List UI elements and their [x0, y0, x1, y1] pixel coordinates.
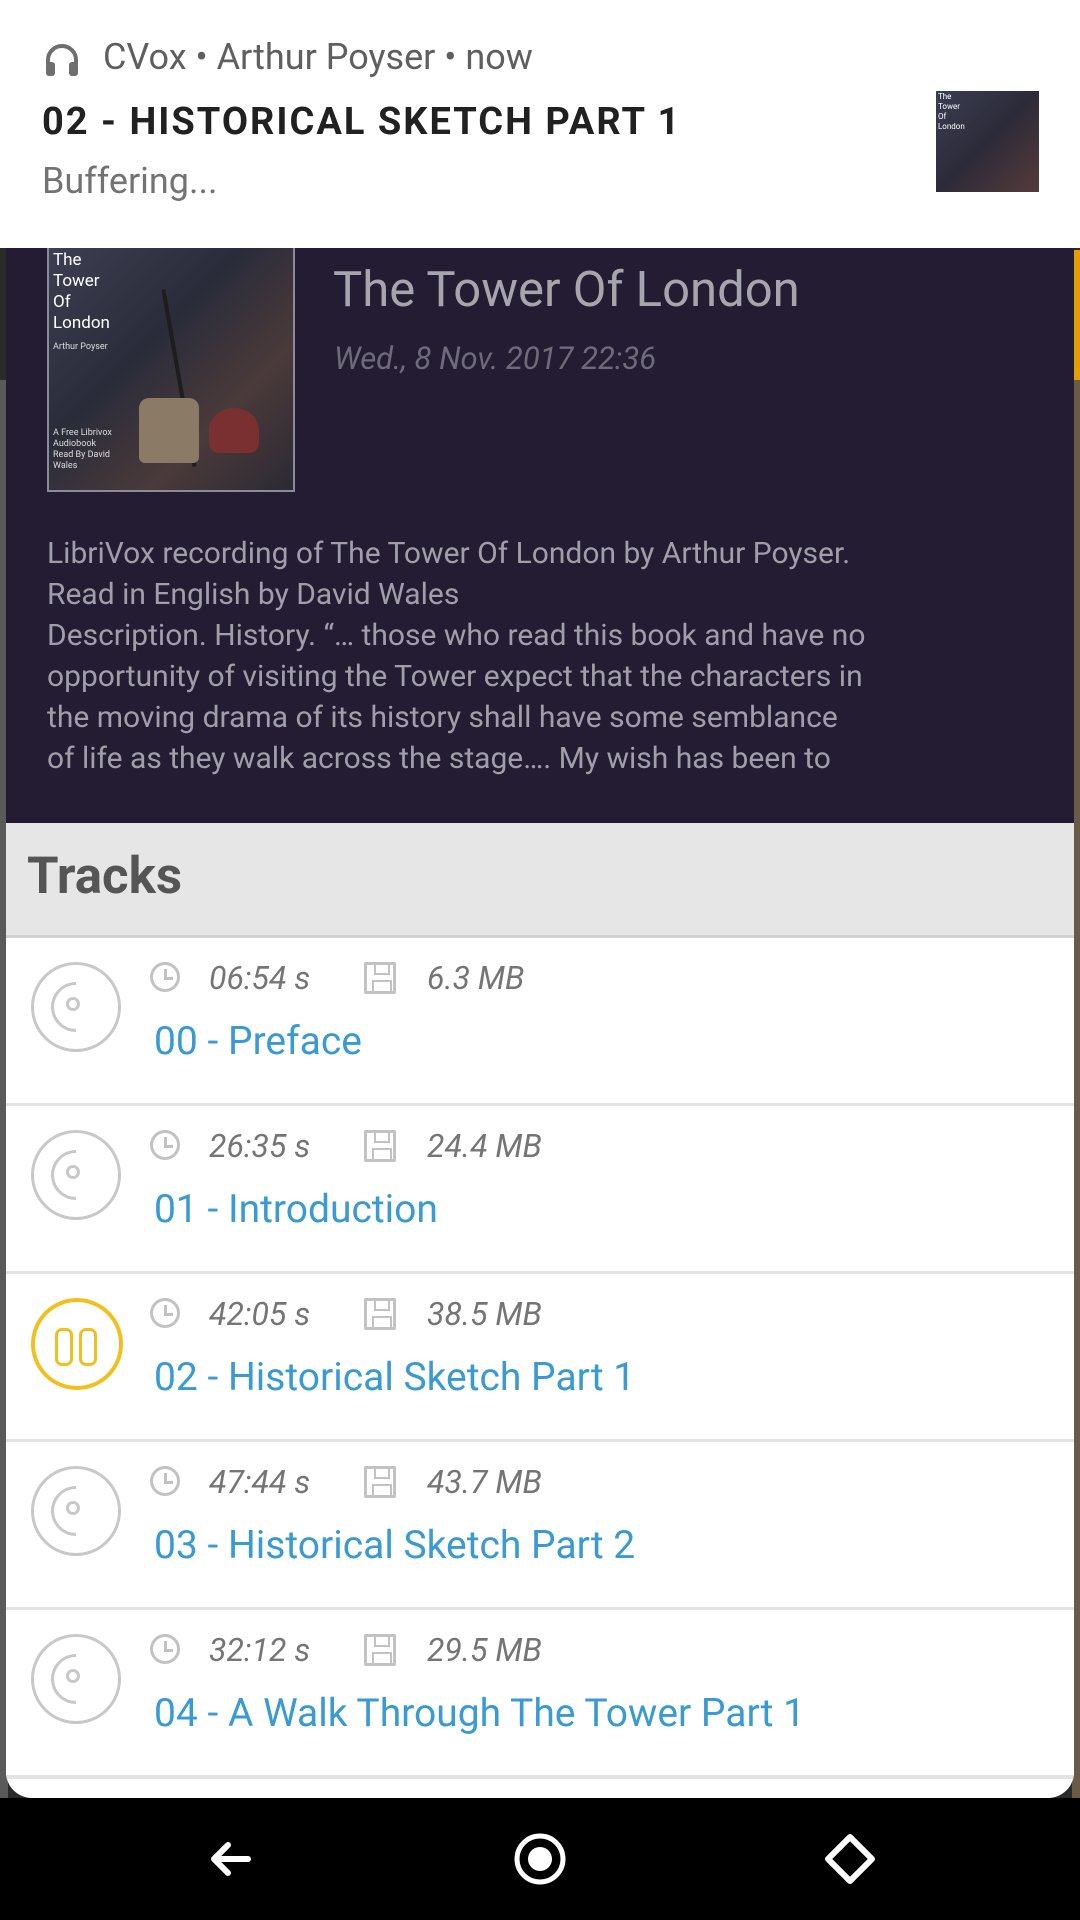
notification-cover-thumbnail: The Tower Of London	[936, 91, 1039, 192]
clock-icon	[150, 962, 180, 992]
book-header: The Tower Of London Arthur Poyser A Free…	[6, 248, 1074, 823]
floppy-disk-icon	[364, 1130, 396, 1162]
track-row-playing[interactable]: 42:05 s 38.5 MB 02 - Historical Sketch P…	[6, 1274, 1074, 1443]
disc-icon[interactable]	[31, 1130, 121, 1220]
pause-icon[interactable]	[31, 1298, 123, 1390]
book-description: LibriVox recording of The Tower Of Londo…	[47, 536, 866, 776]
media-notification[interactable]: CVox • Arthur Poyser • now 02 - HISTORIC…	[0, 0, 1080, 248]
floppy-disk-icon	[364, 962, 396, 994]
track-name[interactable]: 01 - Introduction	[154, 1186, 438, 1232]
track-duration: 06:54 s	[209, 959, 311, 997]
disc-icon[interactable]	[31, 1634, 121, 1724]
home-circle-icon[interactable]	[512, 1831, 568, 1887]
recents-diamond-icon[interactable]	[822, 1831, 878, 1887]
tracks-section-header: Tracks	[6, 823, 1074, 938]
disc-icon[interactable]	[31, 962, 121, 1052]
track-row[interactable]: 32:12 s 29.5 MB 04 - A Walk Through The …	[6, 1610, 1074, 1779]
clock-icon	[150, 1466, 180, 1496]
track-duration: 26:35 s	[209, 1127, 311, 1165]
clock-icon	[150, 1130, 180, 1160]
cover-title: The Tower Of London	[53, 250, 110, 333]
track-row[interactable]: 06:54 s 6.3 MB 00 - Preface	[6, 938, 1074, 1107]
track-size: 29.5 MB	[427, 1631, 542, 1669]
track-row[interactable]: 26:35 s 24.4 MB 01 - Introduction	[6, 1106, 1074, 1275]
track-row[interactable]: 47:44 s 43.7 MB 03 - Historical Sketch P…	[6, 1442, 1074, 1611]
clock-icon	[150, 1634, 180, 1664]
track-name[interactable]: 04 - A Walk Through The Tower Part 1	[154, 1690, 805, 1736]
track-size: 38.5 MB	[427, 1295, 542, 1333]
system-navigation-bar	[0, 1798, 1080, 1920]
book-title: The Tower Of London	[333, 261, 800, 318]
notification-title: 02 - HISTORICAL SKETCH PART 1	[42, 100, 682, 144]
track-duration: 47:44 s	[209, 1463, 311, 1501]
cover-footer: A Free Librivox Audiobook Read By David …	[53, 428, 112, 471]
track-size: 24.4 MB	[427, 1127, 542, 1165]
track-duration: 32:12 s	[209, 1631, 311, 1669]
track-name[interactable]: 03 - Historical Sketch Part 2	[154, 1522, 635, 1568]
floppy-disk-icon	[364, 1298, 396, 1330]
book-detail-sheet: The Tower Of London Arthur Poyser A Free…	[6, 0, 1074, 1798]
floppy-disk-icon	[364, 1466, 396, 1498]
track-size: 6.3 MB	[427, 959, 525, 997]
track-name[interactable]: 02 - Historical Sketch Part 1	[154, 1354, 635, 1400]
notification-status: Buffering...	[42, 160, 218, 202]
floppy-disk-icon	[364, 1634, 396, 1666]
track-size: 43.7 MB	[427, 1463, 542, 1501]
book-date: Wed., 8 Nov. 2017 22:36	[334, 340, 657, 377]
track-name[interactable]: 00 - Preface	[154, 1018, 362, 1064]
disc-icon[interactable]	[31, 1466, 121, 1556]
back-arrow-icon[interactable]	[202, 1831, 258, 1887]
track-duration: 42:05 s	[209, 1295, 311, 1333]
book-cover-image: The Tower Of London Arthur Poyser A Free…	[47, 248, 295, 492]
cover-author: Arthur Poyser	[53, 342, 108, 352]
headphones-icon	[46, 44, 78, 76]
tracks-heading: Tracks	[27, 847, 183, 906]
clock-icon	[150, 1298, 180, 1328]
notification-meta: CVox • Arthur Poyser • now	[103, 36, 533, 78]
